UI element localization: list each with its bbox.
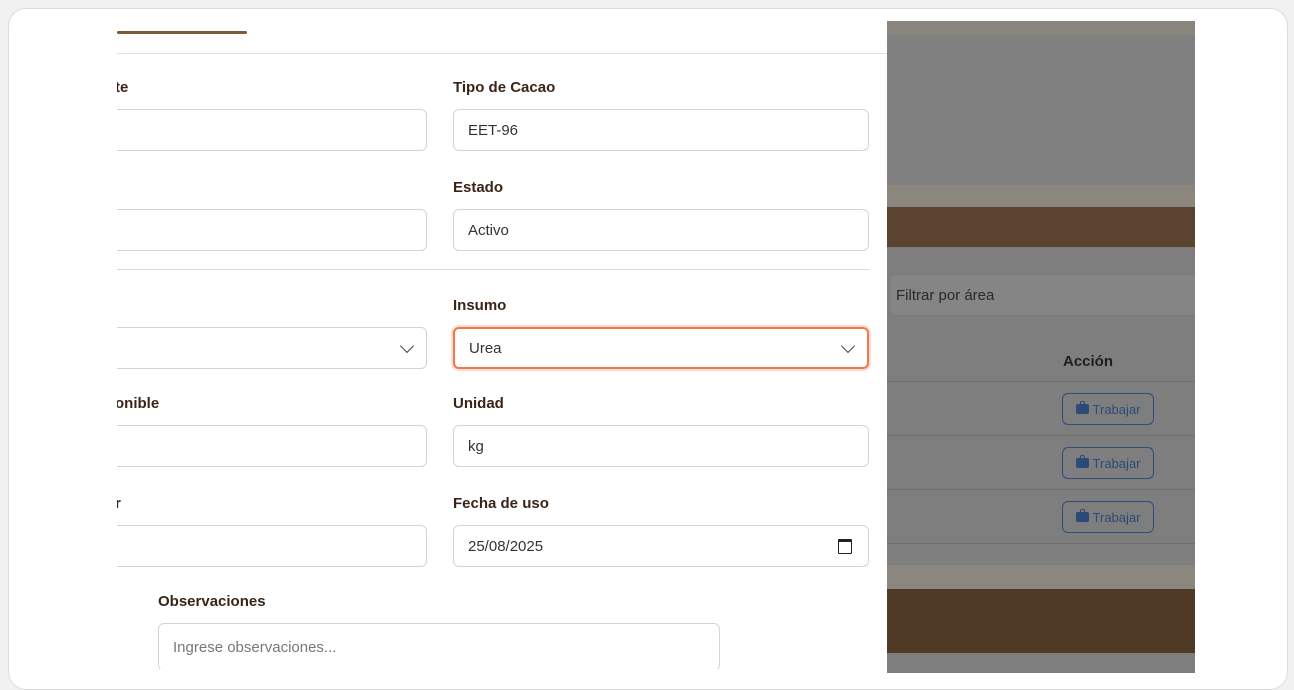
trabajar-label: Trabajar (1092, 509, 1141, 525)
app-window: te Tipo de Cacao EET-96 Estado Activo In… (8, 8, 1288, 690)
backdrop-overlay[interactable]: Filtrar por área Acción Trabajar Trabaja… (887, 21, 1195, 673)
observaciones-label: Observaciones (158, 593, 266, 610)
modal-header-divider (117, 53, 887, 54)
table-row-divider (887, 381, 1195, 382)
chevron-down-icon (840, 338, 856, 354)
backdrop-footer-bar (887, 589, 1195, 653)
fecha-uso-field[interactable]: 25/08/2025 (453, 525, 869, 567)
filter-placeholder: Filtrar por área (896, 286, 995, 304)
trabajar-button[interactable]: Trabajar (1062, 447, 1154, 479)
table-row-divider (887, 543, 1195, 544)
backdrop-header-bar (887, 207, 1195, 247)
active-tab-indicator (117, 31, 247, 34)
calendar-icon[interactable] (838, 539, 852, 554)
observaciones-placeholder: Ingrese observaciones... (173, 638, 337, 656)
unidad-value: kg (468, 437, 484, 455)
trabajar-label: Trabajar (1092, 455, 1141, 471)
filter-area-input[interactable]: Filtrar por área (889, 274, 1195, 316)
table-row-divider (887, 489, 1195, 490)
disponible-label: onible (117, 395, 160, 412)
table-row-divider (887, 435, 1195, 436)
estado-value: Activo (468, 221, 509, 239)
left-field-row2[interactable] (117, 209, 427, 251)
unidad-label: Unidad (453, 395, 504, 412)
briefcase-icon (1075, 401, 1089, 414)
disponible-field[interactable] (117, 425, 427, 467)
estado-field[interactable]: Activo (453, 209, 869, 251)
left-select[interactable] (117, 327, 427, 369)
insumo-select[interactable]: Urea (453, 327, 869, 369)
tipo-cacao-value: EET-96 (468, 121, 519, 139)
trabajar-button[interactable]: Trabajar (1062, 393, 1154, 425)
lote-field[interactable] (117, 109, 427, 151)
chevron-down-icon (399, 338, 415, 354)
backdrop-band (887, 565, 1195, 589)
cantidad-label: r (117, 495, 121, 512)
table-header-accion: Acción (1063, 353, 1114, 370)
cantidad-field[interactable] (117, 525, 427, 567)
insumo-value: Urea (469, 339, 502, 357)
insumo-label: Insumo (453, 297, 507, 314)
section-divider (117, 269, 869, 270)
tipo-cacao-field[interactable]: EET-96 (453, 109, 869, 151)
backdrop-band (887, 185, 1195, 207)
briefcase-icon (1075, 509, 1089, 522)
lote-label: te (117, 79, 129, 96)
backdrop-panel (887, 35, 1195, 185)
tipo-cacao-label: Tipo de Cacao (453, 79, 556, 96)
fecha-uso-label: Fecha de uso (453, 495, 549, 512)
work-modal: te Tipo de Cacao EET-96 Estado Activo In… (117, 19, 887, 669)
briefcase-icon (1075, 455, 1089, 468)
backdrop-band (887, 21, 1195, 35)
trabajar-label: Trabajar (1092, 401, 1141, 417)
estado-label: Estado (453, 179, 504, 196)
fecha-uso-value: 25/08/2025 (468, 537, 544, 555)
unidad-field[interactable]: kg (453, 425, 869, 467)
observaciones-textarea[interactable]: Ingrese observaciones... (158, 623, 720, 669)
trabajar-button[interactable]: Trabajar (1062, 501, 1154, 533)
